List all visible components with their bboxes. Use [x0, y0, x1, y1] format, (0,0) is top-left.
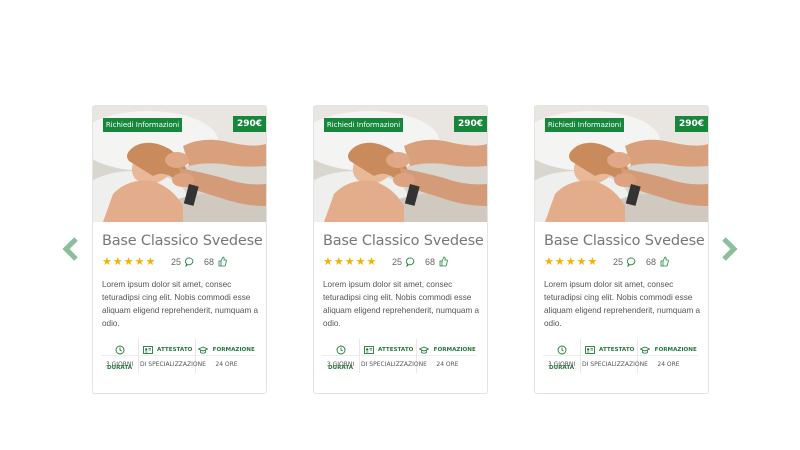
feature-label: FORMAZIONE — [433, 346, 476, 353]
certificate-icon — [142, 345, 153, 354]
clock-icon — [557, 345, 566, 355]
feature-durata: DURATA 3 GIORNI — [101, 339, 139, 373]
course-card[interactable]: Richiedi Informazioni 290€ Base Classico… — [92, 105, 267, 394]
feature-label: ATTESTATO — [599, 346, 635, 353]
clock-icon — [336, 345, 345, 355]
star-icon: ★ — [587, 256, 599, 268]
feature-attestato: ATTESTATO DI SPECIALIZZAZIONE — [361, 339, 427, 373]
request-info-button[interactable]: Richiedi Informazioni — [545, 118, 624, 132]
chevron-right-icon — [722, 237, 738, 261]
course-card[interactable]: Richiedi Informazioni 290€ Base Classico… — [313, 105, 488, 394]
course-meta: ★★★★★ 25 68 — [102, 256, 262, 268]
comment-count: 25 — [392, 257, 403, 267]
course-title[interactable]: Base Classico Svedese — [102, 233, 263, 249]
course-card[interactable]: Richiedi Informazioni 290€ Base Classico… — [534, 105, 709, 394]
star-icon: ★ — [123, 256, 135, 268]
carousel-next-button[interactable] — [720, 236, 738, 262]
feature-value: 24 ORE — [657, 361, 680, 368]
feature-label: ATTESTATO — [378, 346, 414, 353]
course-description: Lorem ipsum dolor sit amet, consec tetur… — [323, 280, 480, 328]
price-badge: 290€ — [675, 116, 708, 132]
feature-value: 24 ORE — [436, 361, 459, 368]
star-icon: ★ — [576, 256, 588, 268]
star-icon: ★ — [333, 256, 345, 268]
star-icon: ★ — [112, 256, 124, 268]
course-features: DURATA 3 GIORNI ATTESTATO DI SPECIALIZZA… — [543, 339, 702, 373]
feature-attestato: ATTESTATO DI SPECIALIZZAZIONE — [582, 339, 648, 373]
price-badge: 290€ — [454, 116, 487, 132]
thumbs-up-icon — [660, 256, 669, 267]
feature-value: DI SPECIALIZZAZIONE — [140, 361, 206, 368]
carousel-prev-button[interactable] — [62, 236, 80, 262]
like-count: 68 — [425, 257, 436, 267]
course-features: DURATA 3 GIORNI ATTESTATO DI SPECIALIZZA… — [322, 339, 481, 373]
star-icon: ★ — [565, 256, 577, 268]
feature-value: DI SPECIALIZZAZIONE — [361, 361, 427, 368]
certificate-icon — [363, 345, 374, 354]
star-icon: ★ — [323, 256, 334, 268]
feature-durata: DURATA 3 GIORNI — [543, 339, 581, 373]
feature-value: 3 GIORNI — [326, 361, 355, 368]
price-badge: 290€ — [233, 116, 266, 132]
star-icon: ★ — [102, 256, 113, 268]
course-description: Lorem ipsum dolor sit amet, consec tetur… — [102, 280, 259, 328]
graduation-cap-icon — [419, 346, 430, 354]
feature-label: FORMAZIONE — [212, 346, 255, 353]
request-info-button[interactable]: Richiedi Informazioni — [324, 118, 403, 132]
star-icon: ★ — [355, 256, 367, 268]
star-icon: ★ — [544, 256, 555, 268]
feature-value: DI SPECIALIZZAZIONE — [582, 361, 648, 368]
like-count: 68 — [204, 257, 215, 267]
feature-attestato: ATTESTATO DI SPECIALIZZAZIONE — [140, 339, 206, 373]
star-rating: ★★★★★ — [544, 256, 598, 268]
feature-formazione: FORMAZIONE 24 ORE — [418, 339, 477, 373]
feature-label: ATTESTATO — [157, 346, 193, 353]
comment-count: 25 — [171, 257, 182, 267]
feature-value: 24 ORE — [215, 361, 238, 368]
feature-label: FORMAZIONE — [654, 346, 697, 353]
like-count: 68 — [646, 257, 657, 267]
comment-icon — [627, 257, 636, 267]
graduation-cap-icon — [198, 346, 209, 354]
course-meta: ★★★★★ 25 68 — [323, 256, 483, 268]
course-title[interactable]: Base Classico Svedese — [323, 233, 484, 249]
feature-value: 3 GIORNI — [105, 361, 134, 368]
star-icon: ★ — [134, 256, 146, 268]
star-rating: ★★★★★ — [102, 256, 156, 268]
graduation-cap-icon — [640, 346, 651, 354]
course-title[interactable]: Base Classico Svedese — [544, 233, 705, 249]
course-meta: ★★★★★ 25 68 — [544, 256, 704, 268]
star-icon: ★ — [366, 256, 378, 268]
star-icon: ★ — [145, 256, 157, 268]
chevron-left-icon — [62, 237, 78, 261]
feature-formazione: FORMAZIONE 24 ORE — [639, 339, 698, 373]
course-features: DURATA 3 GIORNI ATTESTATO DI SPECIALIZZA… — [101, 339, 260, 373]
certificate-icon — [584, 345, 595, 354]
clock-icon — [115, 345, 124, 355]
star-icon: ★ — [344, 256, 356, 268]
feature-value: 3 GIORNI — [547, 361, 576, 368]
thumbs-up-icon — [218, 256, 227, 267]
comment-icon — [406, 257, 415, 267]
course-description: Lorem ipsum dolor sit amet, consec tetur… — [544, 280, 701, 328]
comment-count: 25 — [613, 257, 624, 267]
request-info-button[interactable]: Richiedi Informazioni — [103, 118, 182, 132]
feature-formazione: FORMAZIONE 24 ORE — [197, 339, 256, 373]
star-icon: ★ — [554, 256, 566, 268]
comment-icon — [185, 257, 194, 267]
feature-durata: DURATA 3 GIORNI — [322, 339, 360, 373]
star-rating: ★★★★★ — [323, 256, 377, 268]
thumbs-up-icon — [439, 256, 448, 267]
